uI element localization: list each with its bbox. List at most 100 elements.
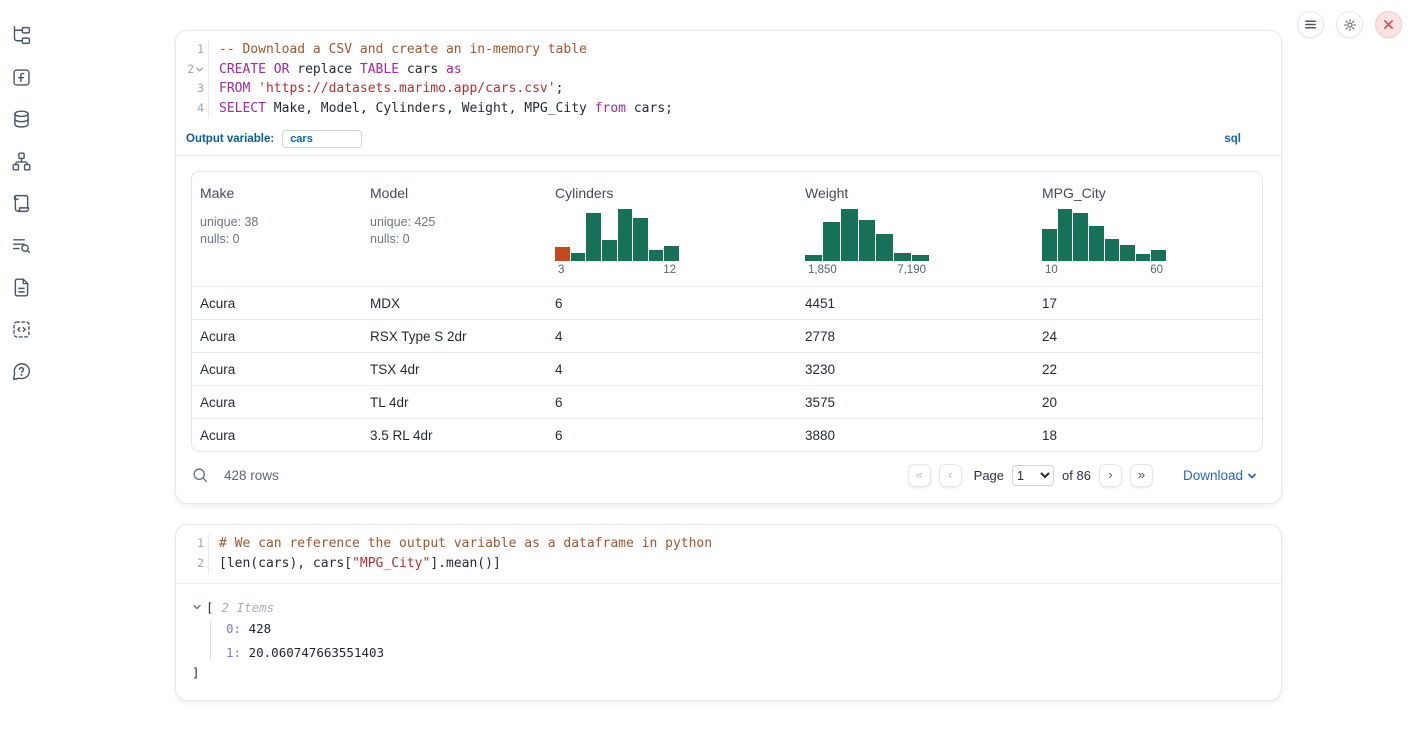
code-text: # We can reference the output variable a… — [208, 534, 1281, 554]
code-line[interactable]: 1# We can reference the output variable … — [176, 534, 1281, 554]
column-name: MPG_City — [1042, 185, 1254, 201]
column-header[interactable]: Weight 1,8507,190 — [797, 172, 1034, 286]
table-cell: 18 — [1034, 428, 1262, 443]
chevron-down-icon — [1247, 471, 1257, 481]
close-bracket: ] — [192, 665, 1265, 680]
column-stats: unique: 425nulls: 0 — [370, 214, 539, 247]
table-cell: 6 — [547, 428, 797, 443]
open-bracket: [ — [206, 600, 214, 615]
column-name: Weight — [805, 185, 1026, 201]
items-count-label: 2 Items — [222, 600, 275, 615]
scroll-icon[interactable] — [9, 190, 35, 216]
line-number: 4 — [176, 99, 208, 119]
previous-page-button[interactable]: ‹ — [939, 464, 962, 487]
python-code-editor[interactable]: 1# We can reference the output variable … — [176, 525, 1281, 582]
output-variable-input[interactable] — [282, 130, 362, 148]
table-cell: 4451 — [797, 296, 1034, 311]
code-text: SELECT Make, Model, Cylinders, Weight, M… — [208, 99, 1281, 119]
histogram-axis-labels: 312 — [555, 264, 679, 276]
file-tree-icon[interactable] — [9, 22, 35, 48]
sql-code-editor[interactable]: 1-- Download a CSV and create an in-memo… — [176, 31, 1281, 127]
table-cell: 20 — [1034, 395, 1262, 410]
line-number: 2 — [176, 60, 208, 80]
tree-entry: 1: 20.060747663551403 — [226, 645, 1265, 660]
code-line[interactable]: 3FROM 'https://datasets.marimo.app/cars.… — [176, 79, 1281, 99]
table-row[interactable]: AcuraRSX Type S 2dr4277824 — [192, 319, 1262, 352]
python-cell: 1# We can reference the output variable … — [175, 524, 1282, 700]
page-total: of 86 — [1062, 468, 1091, 483]
code-text: FROM 'https://datasets.marimo.app/cars.c… — [208, 79, 1281, 99]
table-cell: 2778 — [797, 329, 1034, 344]
database-icon[interactable] — [9, 106, 35, 132]
download-button[interactable]: Download — [1177, 467, 1263, 484]
line-number: 2 — [176, 554, 208, 574]
code-line[interactable]: 2[len(cars), cars["MPG_City"].mean()] — [176, 554, 1281, 574]
gear-icon[interactable] — [1336, 11, 1363, 38]
page-select[interactable]: 1 — [1012, 465, 1054, 486]
dependency-graph-icon[interactable] — [9, 148, 35, 174]
helper-panel-sidebar — [0, 0, 44, 384]
close-icon[interactable] — [1375, 11, 1402, 38]
column-histogram[interactable]: 312 — [555, 209, 679, 276]
code-snippet-icon[interactable] — [9, 316, 35, 342]
column-histogram[interactable]: 1060 — [1042, 209, 1166, 276]
code-text: [len(cars), cars["MPG_City"].mean()] — [208, 554, 1281, 574]
menu-icon[interactable] — [1297, 11, 1324, 38]
search-icon[interactable] — [192, 466, 212, 486]
table-cell: 3880 — [797, 428, 1034, 443]
help-icon[interactable] — [9, 358, 35, 384]
column-name: Model — [370, 185, 539, 201]
histogram-bars — [1042, 209, 1166, 261]
table-cell: Acura — [192, 395, 362, 410]
histogram-bars — [805, 209, 929, 261]
line-number: 1 — [176, 534, 208, 554]
column-histogram[interactable]: 1,8507,190 — [805, 209, 929, 276]
column-name: Cylinders — [555, 185, 789, 201]
table-header: Make unique: 38nulls: 0 Model unique: 425nu… — [192, 172, 1262, 286]
table-row[interactable]: AcuraTL 4dr6357520 — [192, 385, 1262, 418]
row-count: 428 rows — [224, 468, 279, 483]
table-cell: 6 — [547, 296, 797, 311]
table-cell: Acura — [192, 329, 362, 344]
column-header[interactable]: Make unique: 38nulls: 0 — [192, 172, 362, 286]
document-icon[interactable] — [9, 274, 35, 300]
function-square-icon[interactable] — [9, 64, 35, 90]
table-cell: 3.5 RL 4dr — [362, 428, 547, 443]
line-number: 3 — [176, 79, 208, 99]
column-header[interactable]: Cylinders 312 — [547, 172, 797, 286]
table-cell: 22 — [1034, 362, 1262, 377]
column-name: Make — [200, 185, 354, 201]
table-row[interactable]: AcuraMDX6445117 — [192, 286, 1262, 319]
column-stats: unique: 38nulls: 0 — [200, 214, 354, 247]
code-text: CREATE OR replace TABLE cars as — [208, 60, 1281, 80]
table-cell: Acura — [192, 362, 362, 377]
table-cell: 3230 — [797, 362, 1034, 377]
line-number: 1 — [176, 40, 208, 60]
histogram-bars — [555, 209, 679, 261]
table-cell: TSX 4dr — [362, 362, 547, 377]
histogram-axis-labels: 1060 — [1042, 264, 1166, 276]
code-line[interactable]: 1-- Download a CSV and create an in-memo… — [176, 40, 1281, 60]
code-line[interactable]: 2CREATE OR replace TABLE cars as — [176, 60, 1281, 80]
table-row[interactable]: Acura3.5 RL 4dr6388018 — [192, 418, 1262, 451]
list-search-icon[interactable] — [9, 232, 35, 258]
fold-chevron-icon[interactable] — [195, 65, 204, 74]
code-line[interactable]: 4SELECT Make, Model, Cylinders, Weight, … — [176, 99, 1281, 119]
first-page-button[interactable]: « — [908, 464, 931, 487]
histogram-axis-labels: 1,8507,190 — [805, 264, 929, 276]
table-cell: 4 — [547, 362, 797, 377]
data-table: Make unique: 38nulls: 0 Model unique: 425nu… — [191, 171, 1263, 452]
output-tree: [ 2 Items 0: 4281: 20.060747663551403 ] — [176, 583, 1281, 700]
table-row[interactable]: AcuraTSX 4dr4323022 — [192, 352, 1262, 385]
sql-cell: 1-- Download a CSV and create an in-memo… — [175, 30, 1282, 504]
table-cell: TL 4dr — [362, 395, 547, 410]
collapse-chevron-icon[interactable] — [192, 602, 204, 612]
output-variable-row: Output variable: sql — [176, 127, 1281, 156]
last-page-button[interactable]: » — [1130, 464, 1153, 487]
next-page-button[interactable]: › — [1099, 464, 1122, 487]
column-header[interactable]: Model unique: 425nulls: 0 — [362, 172, 547, 286]
table-cell: 6 — [547, 395, 797, 410]
tree-items: 0: 4281: 20.060747663551403 — [210, 621, 1265, 660]
table-cell: Acura — [192, 428, 362, 443]
column-header[interactable]: MPG_City 1060 — [1034, 172, 1262, 286]
